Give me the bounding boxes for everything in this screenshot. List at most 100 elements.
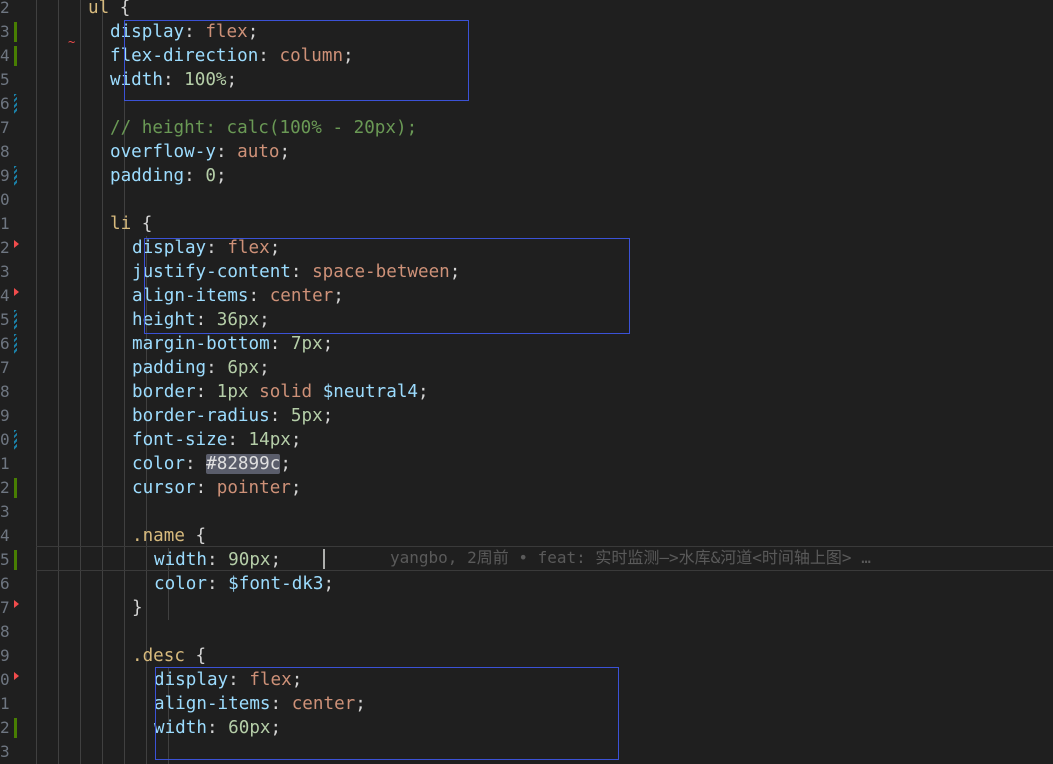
- git-blame-annotation[interactable]: yangbo, 2周前 • feat: 实时监测—>水库&河道<时间轴上图> …: [390, 546, 871, 570]
- git-modified-marker[interactable]: [14, 310, 17, 330]
- git-added-marker[interactable]: [14, 22, 17, 42]
- line-number: 8: [0, 382, 10, 401]
- line-number: 6: [0, 94, 10, 113]
- git-modified-marker[interactable]: [14, 430, 17, 450]
- code-token: 6px: [227, 358, 260, 378]
- line-number: 7: [0, 358, 10, 377]
- line-number: 0: [0, 190, 10, 209]
- line-number: 3: [0, 742, 10, 761]
- git-added-marker[interactable]: [14, 718, 17, 738]
- code-token: $font-dk3: [228, 574, 324, 594]
- code-line[interactable]: overflow-y: auto;: [36, 140, 290, 164]
- code-token: // height: calc(100% - 20px);: [110, 118, 418, 138]
- line-number: 4: [0, 286, 10, 305]
- text-cursor: [323, 549, 325, 569]
- code-line[interactable]: [36, 188, 110, 212]
- code-token: {: [109, 0, 131, 18]
- code-token: :: [184, 166, 206, 186]
- code-line[interactable]: [36, 740, 154, 764]
- git-deleted-marker[interactable]: [14, 600, 19, 608]
- highlight-box-li: [144, 238, 630, 334]
- git-deleted-marker[interactable]: [14, 240, 19, 248]
- code-token: solid: [259, 382, 313, 402]
- line-number: 3: [0, 22, 10, 41]
- line-number: 0: [0, 670, 10, 689]
- line-number-gutter: 2 3 4 5 6 7 8 9 0 1 2 3 4 5 6 7 8 9 0 1 2 3 4 5 6 7 8 9 0 1 2 3: [0, 0, 36, 764]
- code-token: ;: [290, 478, 302, 498]
- code-line[interactable]: .desc {: [36, 644, 206, 668]
- code-line[interactable]: border: 1px solid $neutral4;: [36, 380, 429, 404]
- code-token: ;: [322, 406, 334, 426]
- line-number: 0: [0, 430, 10, 449]
- code-token: cursor: [132, 478, 196, 498]
- code-token: ;: [259, 358, 270, 378]
- code-token: :: [215, 142, 238, 162]
- git-added-marker[interactable]: [14, 478, 17, 498]
- code-line[interactable]: width: 90px;: [36, 548, 281, 572]
- code-token: :: [195, 382, 217, 402]
- git-deleted-marker[interactable]: [14, 288, 19, 296]
- line-number: 1: [0, 214, 10, 233]
- code-token: ul: [88, 0, 110, 18]
- code-token: 14px: [248, 430, 291, 450]
- code-line[interactable]: [36, 92, 110, 116]
- code-line[interactable]: li {: [36, 212, 152, 236]
- code-token: color: [154, 574, 207, 594]
- code-token: ;: [215, 166, 227, 186]
- code-token: width: [154, 550, 207, 570]
- code-token: padding: [132, 358, 207, 378]
- code-editor[interactable]: 23456789012345678901234567890123 ul {dis…: [0, 0, 1053, 764]
- code-token: {: [184, 646, 207, 666]
- code-line[interactable]: .name {: [36, 524, 206, 548]
- code-line[interactable]: [36, 500, 132, 524]
- code-line[interactable]: padding: 0;: [36, 164, 227, 188]
- line-number: 8: [0, 142, 10, 161]
- code-line[interactable]: padding: 6px;: [36, 356, 270, 380]
- line-number: 6: [0, 574, 10, 593]
- code-token: pointer: [216, 478, 291, 498]
- code-token: $neutral4: [322, 382, 419, 402]
- git-added-marker[interactable]: [14, 550, 17, 570]
- line-number: 8: [0, 622, 10, 641]
- code-token: }: [132, 598, 143, 618]
- code-token: :: [269, 406, 291, 426]
- line-number: 3: [0, 262, 10, 281]
- line-number: 1: [0, 694, 10, 713]
- git-deleted-marker[interactable]: [14, 672, 19, 680]
- code-token: 1px: [216, 382, 249, 402]
- code-line[interactable]: // height: calc(100% - 20px);: [36, 116, 417, 140]
- code-line[interactable]: border-radius: 5px;: [36, 404, 333, 428]
- code-line[interactable]: }: [36, 596, 143, 620]
- git-modified-marker[interactable]: [14, 94, 17, 114]
- git-modified-marker[interactable]: [14, 166, 17, 186]
- git-added-marker[interactable]: [14, 46, 17, 66]
- code-token: 90px: [228, 550, 271, 570]
- code-token: :: [206, 550, 229, 570]
- code-line[interactable]: cursor: pointer;: [36, 476, 302, 500]
- code-line[interactable]: color: $font-dk3;: [36, 572, 334, 596]
- line-number: 7: [0, 598, 10, 617]
- code-token: overflow-y: [110, 142, 216, 162]
- line-number: 9: [0, 406, 10, 425]
- line-number: 5: [0, 70, 10, 89]
- code-line[interactable]: font-size: 14px;: [36, 428, 302, 452]
- highlight-box-ul: [124, 20, 469, 101]
- code-token: font-size: [132, 430, 228, 450]
- line-number: 9: [0, 166, 10, 185]
- code-token: ;: [323, 574, 335, 594]
- git-modified-marker[interactable]: [14, 334, 17, 354]
- code-line[interactable]: [36, 620, 132, 644]
- code-line[interactable]: ul {: [36, 0, 130, 20]
- code-line[interactable]: color: #82899c;: [36, 452, 291, 476]
- code-token: auto: [237, 142, 280, 162]
- code-token: .name: [132, 526, 185, 546]
- code-token: border: [132, 382, 196, 402]
- line-number: 2: [0, 478, 10, 497]
- line-number: 1: [0, 454, 10, 473]
- line-number: 6: [0, 334, 10, 353]
- error-squiggle-icon: ~: [68, 35, 76, 49]
- code-line[interactable]: margin-bottom: 7px;: [36, 332, 333, 356]
- code-token: :: [184, 454, 207, 474]
